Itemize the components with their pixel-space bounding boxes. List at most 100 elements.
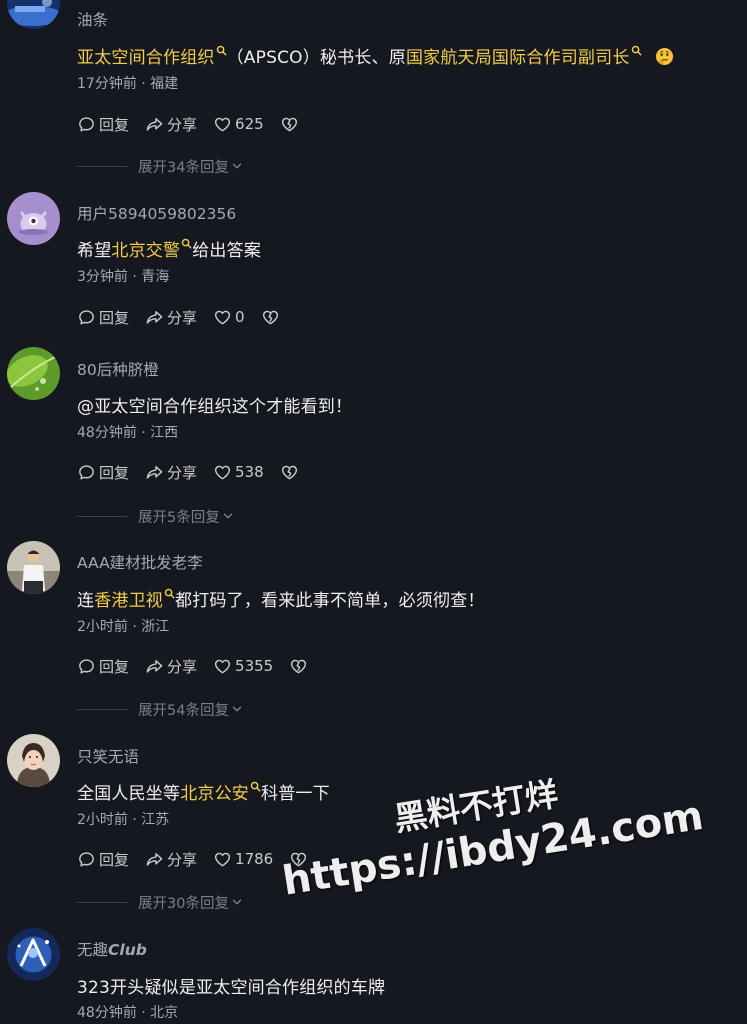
watermark-title: 黑料不打烊 [391, 774, 561, 839]
avatar[interactable] [7, 928, 60, 981]
dislike-button[interactable] [280, 115, 302, 134]
avatar[interactable] [7, 541, 60, 594]
search-icon[interactable] [250, 781, 261, 792]
share-arrow-icon [145, 308, 164, 327]
chevron-down-icon [231, 160, 243, 172]
search-keyword-link[interactable]: 国家航天局国际合作司副司长 [406, 48, 630, 68]
watermark: 黑料不打烊 https://ibdy24.com [270, 734, 707, 928]
search-icon[interactable] [181, 238, 192, 249]
heart-icon [213, 308, 232, 327]
heart-icon [213, 850, 232, 869]
like-button[interactable]: 5355 [213, 657, 273, 676]
comment-meta: 48分钟前 · 江西 [77, 425, 179, 441]
reply-button[interactable]: 回复 [77, 114, 129, 135]
share-button[interactable]: 分享 [145, 462, 197, 483]
search-keyword-link[interactable]: 亚太空间合作组织 [77, 48, 215, 68]
divider [77, 901, 127, 903]
like-button[interactable]: 0 [213, 308, 245, 327]
like-count: 625 [235, 115, 264, 133]
heart-icon [213, 657, 232, 676]
divider [77, 708, 127, 710]
search-icon[interactable] [164, 588, 175, 599]
reply-button[interactable]: 回复 [77, 462, 129, 483]
speech-bubble-icon [77, 115, 96, 134]
speech-bubble-icon [77, 657, 96, 676]
like-button[interactable]: 625 [213, 115, 264, 134]
divider [77, 165, 127, 167]
broken-heart-icon [261, 308, 280, 327]
reply-button[interactable]: 回复 [77, 656, 129, 677]
comment-text: 亚太空间合作组织 （APSCO）秘书长、原国家航天局国际合作司副司长 [77, 43, 674, 68]
comment-actions: 回复 分享 538 [77, 460, 318, 484]
comment-text: 323开头疑似是亚太空间合作组织的车牌 [77, 978, 386, 998]
username[interactable]: 油条 [77, 8, 108, 30]
username[interactable]: 80后种脐橙 [77, 358, 159, 380]
chevron-down-icon [222, 510, 234, 522]
search-icon[interactable] [216, 45, 227, 56]
chevron-down-icon [231, 896, 243, 908]
like-count: 0 [235, 308, 245, 326]
comment-meta: 48分钟前 · 北京 [77, 1005, 179, 1021]
dislike-button[interactable] [289, 657, 311, 676]
expand-replies-button[interactable]: 展开5条回复 [77, 507, 234, 526]
broken-heart-icon [280, 463, 299, 482]
share-arrow-icon [145, 463, 164, 482]
speech-bubble-icon [77, 850, 96, 869]
heart-icon [213, 115, 232, 134]
comment-text: 全国人民坐等北京公安 科普一下 [77, 779, 330, 804]
speech-bubble-icon [77, 308, 96, 327]
broken-heart-icon [280, 115, 299, 134]
comment-meta: 17分钟前 · 福建 [77, 76, 179, 92]
broken-heart-icon [289, 850, 308, 869]
broken-heart-icon [289, 657, 308, 676]
avatar[interactable] [7, 347, 60, 400]
reply-button[interactable]: 回复 [77, 307, 129, 328]
reply-button[interactable]: 回复 [77, 849, 129, 870]
divider [77, 515, 127, 517]
expand-replies-button[interactable]: 展开34条回复 [77, 157, 243, 176]
username[interactable]: 无趣Club [77, 938, 147, 960]
avatar[interactable] [7, 0, 60, 29]
share-arrow-icon [145, 115, 164, 134]
dislike-button[interactable] [289, 850, 311, 869]
comment-meta: 2小时前 · 江苏 [77, 812, 170, 828]
share-arrow-icon [145, 850, 164, 869]
comment-meta: 3分钟前 · 青海 [77, 269, 170, 285]
avatar[interactable] [7, 734, 60, 787]
share-button[interactable]: 分享 [145, 307, 197, 328]
dislike-button[interactable] [261, 308, 283, 327]
comment-actions: 回复 分享 5355 [77, 654, 327, 678]
heart-icon [213, 463, 232, 482]
search-keyword-link[interactable]: 北京交警 [111, 241, 180, 261]
search-keyword-link[interactable]: 香港卫视 [94, 591, 163, 611]
comment-text: 希望北京交警 给出答案 [77, 236, 261, 261]
share-button[interactable]: 分享 [145, 114, 197, 135]
like-button[interactable]: 1786 [213, 850, 273, 869]
expand-replies-button[interactable]: 展开54条回复 [77, 700, 243, 719]
like-button[interactable]: 538 [213, 463, 264, 482]
comment-actions: 回复 分享 0 [77, 305, 299, 329]
watermark-url: https://ibdy24.com [279, 792, 707, 905]
search-icon[interactable] [631, 45, 642, 56]
comment-text: @亚太空间合作组织这个才能看到！ [77, 397, 353, 417]
share-button[interactable]: 分享 [145, 849, 197, 870]
username[interactable]: 用户5894059802356 [77, 202, 236, 224]
comment-text: 连香港卫视 都打码了，看来此事不简单，必须彻查！ [77, 586, 485, 611]
share-arrow-icon [145, 657, 164, 676]
avatar[interactable] [7, 192, 60, 245]
comment-actions: 回复 分享 1786 [77, 847, 327, 871]
search-keyword-link[interactable]: 北京公安 [180, 784, 249, 804]
username[interactable]: 只笑无语 [77, 745, 139, 767]
comment-actions: 回复 分享 625 [77, 112, 318, 136]
expand-replies-button[interactable]: 展开30条回复 [77, 893, 243, 912]
share-button[interactable]: 分享 [145, 656, 197, 677]
thinking-face-emoji [656, 47, 674, 66]
like-count: 538 [235, 463, 264, 481]
like-count: 1786 [235, 850, 274, 868]
username[interactable]: AAA建材批发老李 [77, 551, 203, 573]
speech-bubble-icon [77, 463, 96, 482]
chevron-down-icon [231, 703, 243, 715]
like-count: 5355 [235, 657, 274, 675]
comment-meta: 2小时前 · 浙江 [77, 619, 170, 635]
dislike-button[interactable] [280, 463, 302, 482]
